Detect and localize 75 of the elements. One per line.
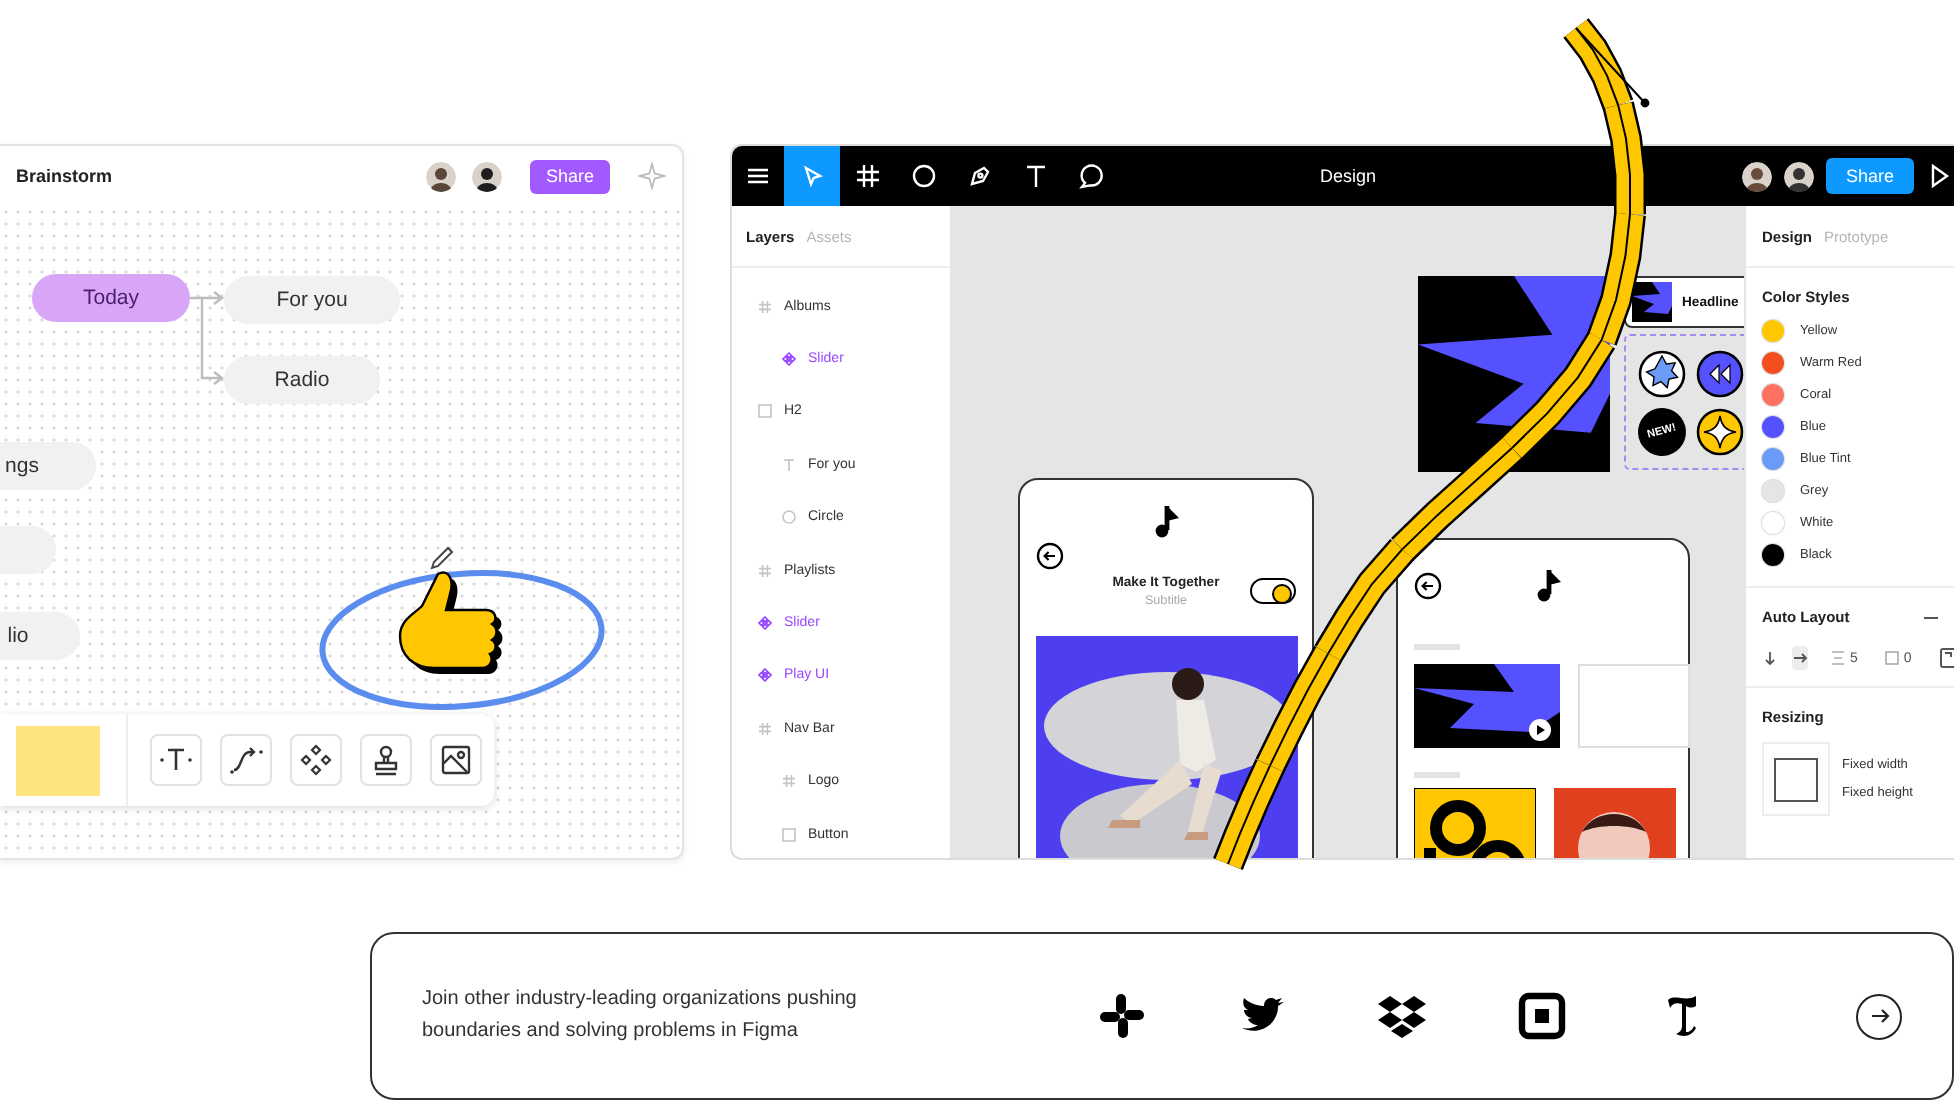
file-title: Design (1320, 166, 1379, 186)
play-icon[interactable] (1528, 718, 1552, 742)
back-icon[interactable] (1036, 542, 1064, 570)
component-tool-button[interactable] (290, 734, 342, 786)
stamp-tool-button[interactable] (360, 734, 412, 786)
frame-icon (758, 563, 772, 578)
connector-icon (228, 742, 264, 778)
thumbnail-art (1632, 282, 1672, 322)
company-logo (1518, 992, 1566, 1040)
component-icon (298, 742, 334, 778)
bezier-handle (1574, 26, 1652, 110)
arrow-icon (1869, 1006, 1889, 1026)
square-icon (782, 827, 796, 842)
image-icon (438, 742, 474, 778)
frame-icon (758, 721, 772, 736)
mind-map-node: Radio (224, 356, 380, 404)
color-swatch[interactable] (1762, 511, 1784, 533)
mind-map-node: lio (0, 612, 80, 660)
component-icon (758, 668, 772, 683)
company-logo (1098, 992, 1146, 1040)
play-icon[interactable] (1930, 162, 1950, 190)
frame-icon (854, 162, 882, 190)
color-swatch[interactable] (1762, 383, 1784, 405)
frame-icon[interactable] (1939, 648, 1954, 668)
company-logo (1378, 992, 1426, 1040)
avatar (1784, 161, 1814, 191)
avatar (426, 161, 456, 191)
toggle-switch[interactable] (1250, 578, 1296, 604)
share-button[interactable]: Share (530, 159, 610, 193)
text-tool-button[interactable] (150, 734, 202, 786)
color-swatch[interactable] (1762, 479, 1784, 501)
next-button[interactable] (1856, 993, 1902, 1039)
note-icon (1152, 504, 1184, 540)
mind-map-node: ngs (0, 442, 96, 490)
back-icon[interactable] (1414, 572, 1442, 600)
color-swatch[interactable] (1762, 447, 1784, 469)
right-arrow-icon (1792, 650, 1808, 666)
board-title: Brainstorm (16, 166, 115, 186)
rewind-icon (1696, 350, 1744, 398)
note-icon (1534, 568, 1566, 604)
down-arrow-icon (1762, 650, 1778, 666)
resize-preview (1762, 742, 1830, 816)
sparkle-icon (1696, 408, 1744, 456)
color-swatch[interactable] (1762, 543, 1784, 565)
color-swatch[interactable] (1762, 351, 1784, 373)
component-icon (782, 352, 796, 367)
ellipse-icon (910, 162, 938, 190)
frame-icon (782, 774, 796, 789)
connector-drawing (190, 286, 226, 386)
color-swatch[interactable] (1762, 319, 1784, 341)
pointer-icon (798, 162, 826, 190)
spacing-icon (1830, 650, 1846, 666)
direction-button[interactable] (1762, 646, 1778, 670)
image-tool-button[interactable] (430, 734, 482, 786)
connector-tool-button[interactable] (220, 734, 272, 786)
image-placeholder (1578, 664, 1690, 748)
color-swatch[interactable] (1762, 415, 1784, 437)
direction-button[interactable] (1792, 646, 1808, 670)
padding-icon (1883, 650, 1900, 666)
pen-icon (966, 162, 994, 190)
avatar (1742, 161, 1772, 191)
text-icon (1022, 162, 1050, 190)
circle-icon (782, 510, 796, 525)
text-icon (782, 457, 796, 472)
banner-text: Join other industry-leading organizations pushing boundaries and solving problems in Figma (422, 986, 859, 1046)
star-badge-icon (1638, 350, 1686, 398)
component-icon (758, 616, 772, 631)
comment-icon (1078, 162, 1106, 190)
avatar (472, 161, 502, 191)
sticky-note (16, 725, 100, 795)
mind-map-node: For you (224, 276, 400, 324)
square-icon (758, 404, 772, 419)
mind-map-node: Today (32, 274, 190, 322)
album-art (1414, 788, 1536, 858)
frame-icon (758, 299, 772, 314)
